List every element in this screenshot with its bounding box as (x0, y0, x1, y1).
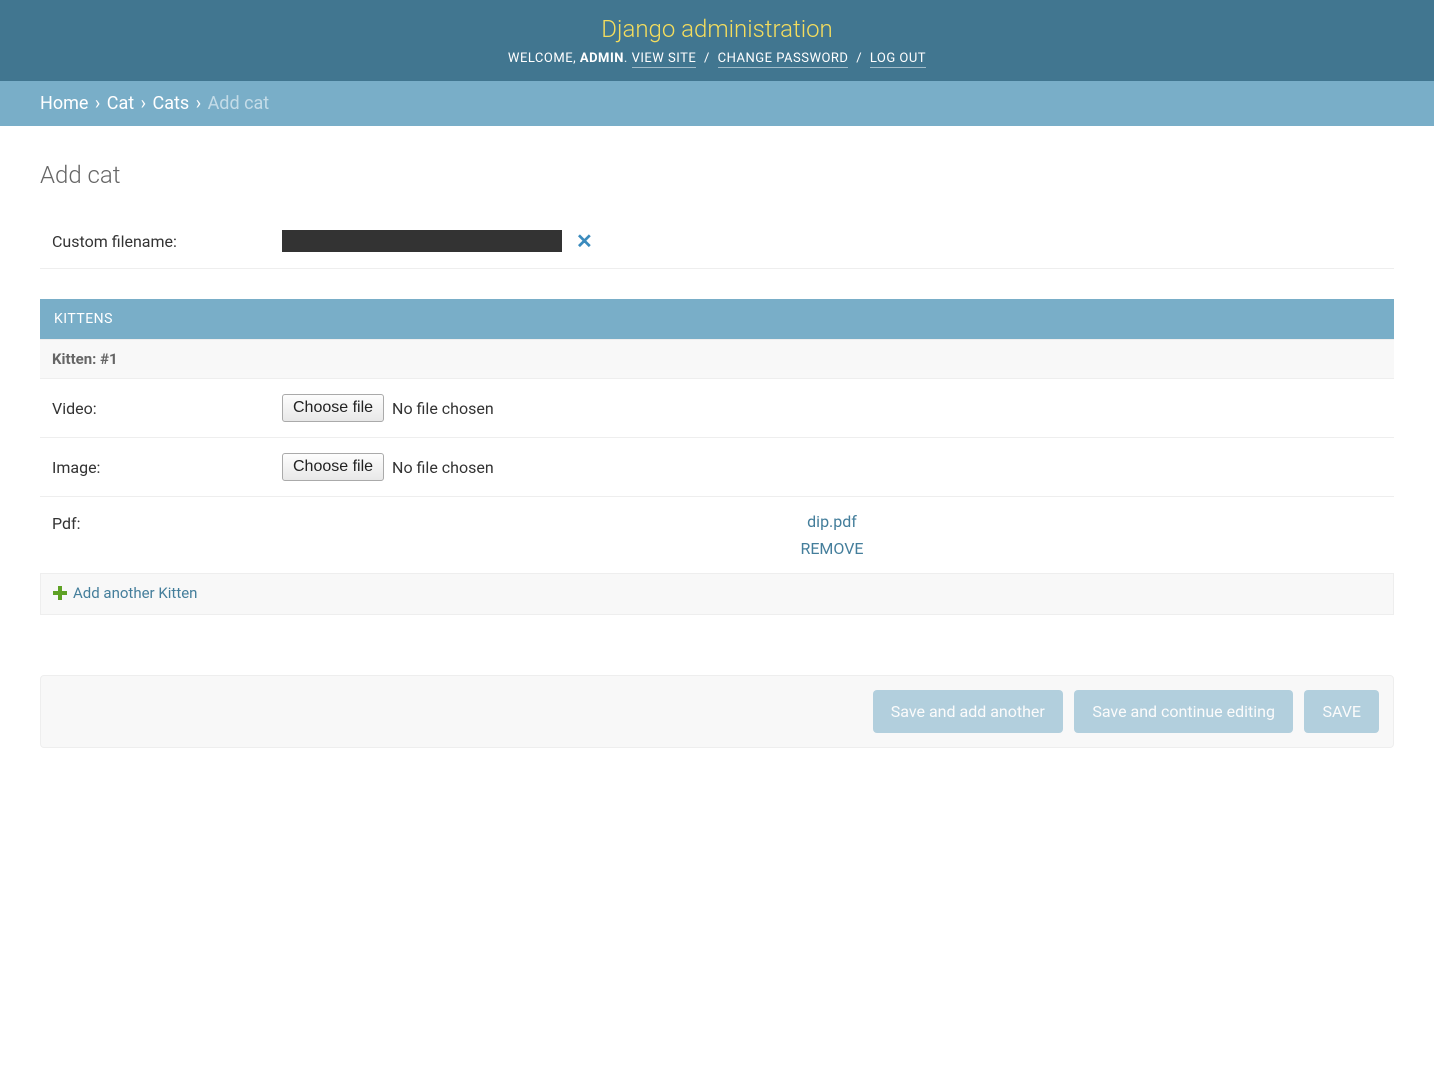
user-name: ADMIN (580, 51, 624, 66)
save-button[interactable] (1304, 690, 1379, 733)
change-password-link[interactable]: CHANGE PASSWORD (718, 51, 849, 68)
custom-filename-label: Custom filename: (52, 232, 282, 251)
branding: Django administration (40, 15, 1394, 43)
video-choose-file-button[interactable]: Choose file (282, 394, 384, 422)
inline-group-title: KITTENS (40, 299, 1394, 339)
plus-icon (53, 586, 67, 600)
site-title: Django administration (40, 15, 1394, 43)
video-label: Video: (52, 399, 282, 418)
kitten-inline-item: Kitten: #1 Video: Choose file No file ch… (40, 339, 1394, 574)
period: . (624, 51, 628, 66)
add-another-kitten-link[interactable]: Add another Kitten (53, 584, 197, 602)
submit-row (40, 675, 1394, 748)
log-out-link[interactable]: LOG OUT (870, 51, 926, 68)
upload-progress-bar (282, 230, 562, 252)
admin-header: Django administration WELCOME, ADMIN. VI… (0, 0, 1434, 81)
user-tools: WELCOME, ADMIN. VIEW SITE / CHANGE PASSW… (40, 51, 1394, 66)
pdf-row: Pdf: dip.pdf REMOVE (40, 497, 1394, 574)
image-row: Image: Choose file No file chosen (40, 438, 1394, 497)
pdf-value: dip.pdf REMOVE (282, 512, 1382, 558)
view-site-link[interactable]: VIEW SITE (632, 51, 697, 68)
content: Add cat Custom filename: ✕ KITTENS Kitte… (0, 126, 1434, 788)
page-title: Add cat (40, 161, 1394, 189)
separator: / (700, 51, 714, 66)
breadcrumb-separator: › (93, 93, 102, 114)
image-label: Image: (52, 458, 282, 477)
save-add-another-button[interactable] (873, 690, 1063, 733)
video-file-status: No file chosen (392, 399, 494, 418)
add-another-label: Add another Kitten (73, 584, 197, 602)
breadcrumb-current: Add cat (208, 93, 270, 114)
pdf-filename-link[interactable]: dip.pdf (807, 512, 857, 531)
image-choose-file-button[interactable]: Choose file (282, 453, 384, 481)
breadcrumb-separator: › (194, 93, 203, 114)
breadcrumb: Home › Cat › Cats › Add cat (0, 81, 1434, 126)
breadcrumb-separator: › (139, 93, 148, 114)
inline-item-title: Kitten: #1 (40, 339, 1394, 379)
image-file-input: Choose file No file chosen (282, 453, 1382, 481)
pdf-remove-link[interactable]: REMOVE (800, 539, 863, 558)
custom-filename-value: ✕ (282, 229, 1382, 253)
image-file-status: No file chosen (392, 458, 494, 477)
breadcrumb-home[interactable]: Home (40, 93, 88, 114)
add-another-row: Add another Kitten (40, 574, 1394, 615)
separator: / (852, 51, 866, 66)
cancel-upload-icon[interactable]: ✕ (576, 229, 593, 253)
breadcrumb-app[interactable]: Cat (107, 93, 134, 114)
video-file-input: Choose file No file chosen (282, 394, 1382, 422)
video-row: Video: Choose file No file chosen (40, 379, 1394, 438)
welcome-text: WELCOME, (508, 51, 576, 66)
custom-filename-row: Custom filename: ✕ (40, 214, 1394, 269)
save-continue-button[interactable] (1074, 690, 1293, 733)
pdf-label: Pdf: (52, 512, 282, 533)
breadcrumb-model[interactable]: Cats (153, 93, 190, 114)
kittens-inline-group: KITTENS Kitten: #1 Video: Choose file No… (40, 299, 1394, 615)
